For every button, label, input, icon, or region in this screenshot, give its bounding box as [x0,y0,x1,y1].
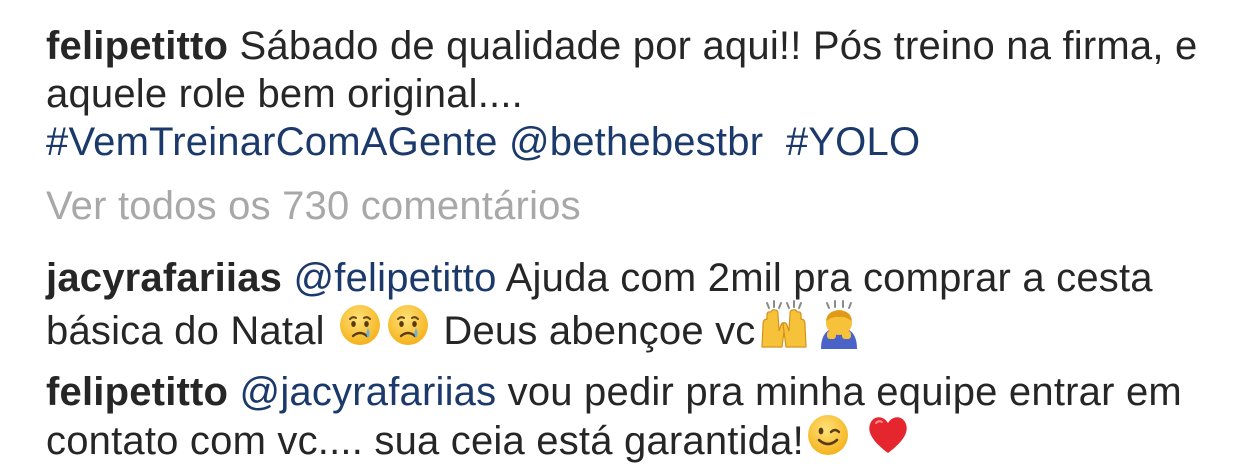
hashtag-link[interactable]: #YOLO [786,120,920,164]
comment-username[interactable]: felipetitto [46,370,228,414]
hashtag-link[interactable]: #VemTreinarComAGente [46,120,498,164]
comment-text: Deus abençoe vc [443,309,756,354]
crying-face-icon [386,303,430,358]
comments-panel: felipetitto Sábado de qualidade por aqui… [0,0,1242,472]
red-heart-icon [865,413,911,468]
mention-link[interactable]: @jacyrafariias [240,370,497,414]
raising-hands-icon [757,299,811,362]
crying-face-icon [338,303,382,358]
comment-item: jacyrafariias @felipetitto Ajuda com 2mi… [46,254,1206,365]
mention-link[interactable]: @bethebestbr [509,120,763,164]
person-bowing-icon [815,299,863,362]
winking-face-icon [806,413,850,468]
comment-item: felipetitto @jacyrafariias vou pedir pra… [46,368,1206,471]
mention-link[interactable]: @felipetitto [293,256,496,300]
post-caption: felipetitto Sábado de qualidade por aqui… [46,22,1206,166]
caption-username[interactable]: felipetitto [46,24,228,68]
view-all-comments-link[interactable]: Ver todos os 730 comentários [46,182,1206,230]
comment-username[interactable]: jacyrafariias [46,256,282,300]
